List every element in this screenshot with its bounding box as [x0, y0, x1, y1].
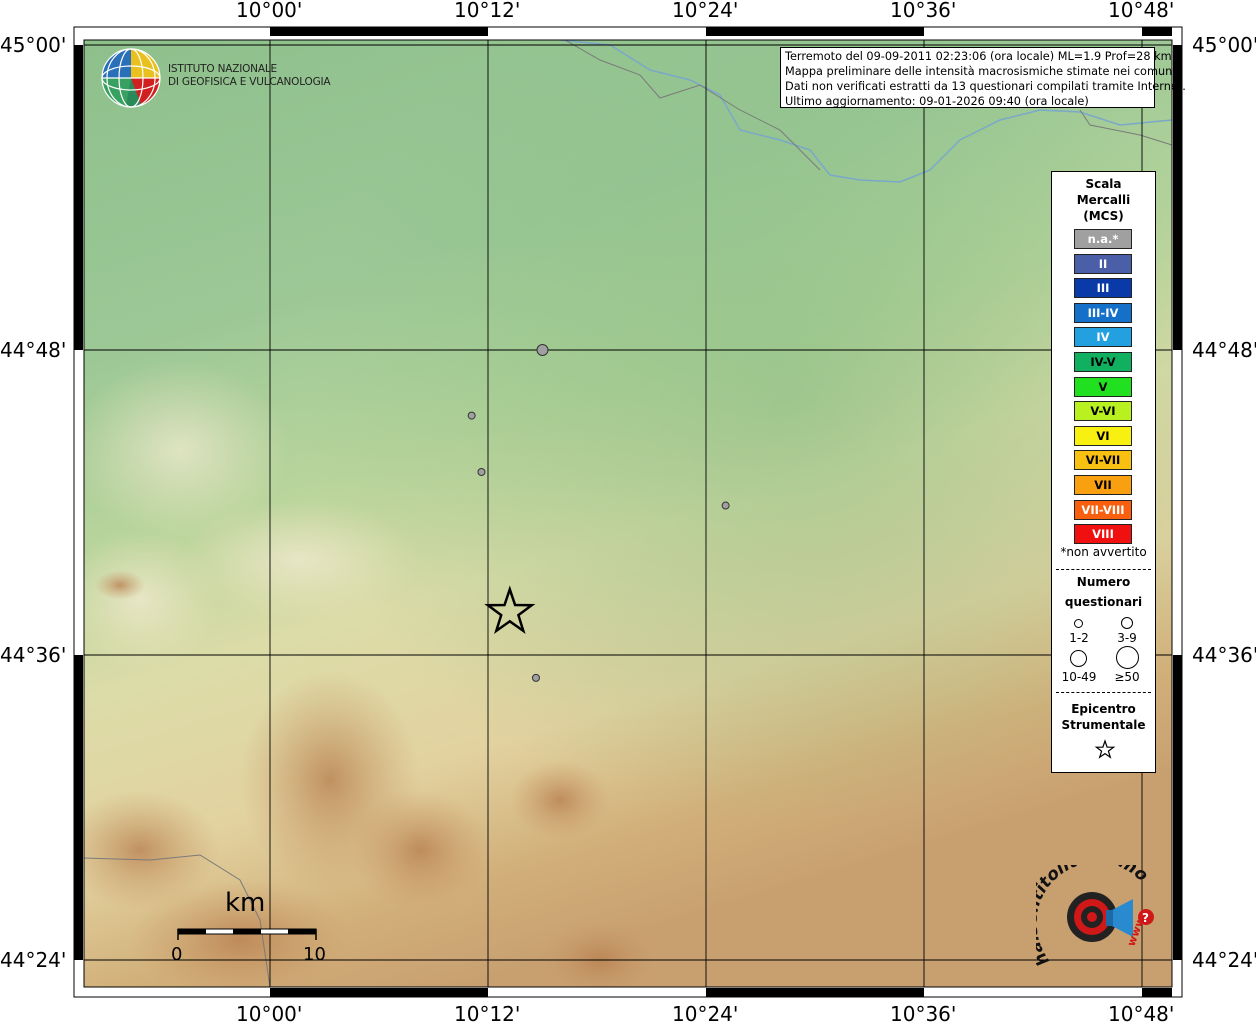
lon-label-bottom-1: 10°12' — [454, 1002, 521, 1026]
ingv-institute-name: ISTITUTO NAZIONALE DI GEOFISICA E VULCAN… — [168, 63, 331, 89]
lon-label-top-2: 10°24' — [672, 0, 739, 22]
swatch-vi: VI — [1074, 425, 1132, 446]
report-point-0[interactable] — [536, 344, 549, 356]
lat-label-left-1: 44°48' — [0, 338, 67, 362]
swatch-vi-vii: VI-VII — [1074, 450, 1132, 471]
legend-note: *non avvertito — [1060, 545, 1147, 559]
legend-title-2: Mercalli — [1076, 193, 1131, 207]
count-circle-3-9 — [1121, 617, 1133, 629]
report-point-4[interactable] — [531, 673, 540, 682]
count-circle-10-49 — [1070, 650, 1087, 667]
swatch-ii: II — [1074, 253, 1132, 274]
event-info-box: Terremoto del 09-09-2011 02:23:06 (ora l… — [780, 47, 1186, 108]
info-line-4: Ultimo aggiornamento: 09-01-2026 09:40 (… — [785, 95, 1089, 108]
ingv-globe-icon — [101, 48, 161, 108]
institute-line-2: DI GEOFISICA E VULCANOLOGIA — [168, 76, 331, 88]
lat-label-left-3: 44°24' — [0, 948, 67, 972]
legend-title-1: Scala — [1085, 177, 1122, 191]
lon-label-bottom-3: 10°36' — [890, 1002, 957, 1026]
epicenter-title-2: Strumentale — [1061, 718, 1146, 732]
legend-separator-2 — [1056, 692, 1151, 693]
swatch-iv-v: IV-V — [1074, 352, 1132, 372]
swatch-v-vi: V-VI — [1074, 401, 1132, 422]
count-label-1-2: 1-2 — [1069, 631, 1089, 645]
lon-label-top-4: 10°48' — [1108, 0, 1175, 22]
swatch-vii-viii: VII-VIII — [1074, 499, 1132, 520]
epicenter-title-1: Epicentro — [1071, 702, 1136, 716]
count-label-10-49: 10-49 — [1061, 670, 1097, 684]
legend-title-3: (MCS) — [1083, 209, 1124, 223]
report-point-2[interactable] — [477, 468, 486, 476]
legend-star-icon — [1094, 739, 1116, 759]
lat-label-left-0: 45°00' — [0, 33, 67, 57]
count-title-1: Numero — [1076, 575, 1131, 589]
count-label-3-9: 3-9 — [1117, 631, 1137, 645]
lon-label-top-3: 10°36' — [890, 0, 957, 22]
scale-min-label: 0 — [171, 944, 183, 965]
lon-label-bottom-4: 10°48' — [1108, 1002, 1175, 1026]
report-point-1[interactable] — [467, 411, 476, 420]
swatch-iv: IV — [1074, 327, 1132, 348]
count-circle-50 — [1116, 646, 1139, 669]
count-title-2: questionari — [1064, 595, 1143, 609]
info-line-2: Mappa preliminare delle intensità macros… — [785, 65, 1176, 78]
info-line-3: Dati non verificati estratti da 13 quest… — [785, 80, 1186, 93]
haisentito-logo[interactable]: haisentitoilterremoto.it ? www — [1036, 865, 1166, 975]
lat-label-right-3: 44°24' — [1192, 948, 1256, 972]
lat-label-right-2: 44°36' — [1192, 643, 1256, 667]
swatch-vii: VII — [1074, 475, 1132, 495]
legend-separator-1 — [1056, 569, 1151, 570]
info-line-1: Terremoto del 09-09-2011 02:23:06 (ora l… — [785, 50, 1172, 63]
lon-label-bottom-2: 10°24' — [672, 1002, 739, 1026]
institute-line-1: ISTITUTO NAZIONALE — [168, 63, 277, 75]
report-point-3[interactable] — [721, 501, 730, 510]
lat-label-right-1: 44°48' — [1192, 338, 1256, 362]
lat-label-left-2: 44°36' — [0, 643, 67, 667]
swatch-viii: VIII — [1074, 524, 1132, 545]
lon-label-bottom-0: 10°00' — [236, 1002, 303, 1026]
count-label-50: ≥50 — [1114, 670, 1140, 684]
lon-label-top-1: 10°12' — [454, 0, 521, 22]
lat-label-right-0: 45°00' — [1192, 33, 1256, 57]
swatch-iii-iv: III-IV — [1074, 302, 1132, 323]
scale-unit-label: km — [225, 888, 266, 918]
swatch-v: V — [1074, 376, 1132, 397]
swatch-iii: III — [1074, 278, 1132, 299]
count-circle-1-2 — [1074, 619, 1083, 628]
swatch-n-a-: n.a.* — [1074, 229, 1132, 249]
mercalli-legend: Scala Mercalli (MCS) n.a.* II III III-IV IV I… — [1051, 171, 1156, 773]
scale-max-label: 10 — [303, 944, 326, 965]
terrain-layer — [84, 40, 1172, 987]
lon-label-top-0: 10°00' — [236, 0, 303, 22]
